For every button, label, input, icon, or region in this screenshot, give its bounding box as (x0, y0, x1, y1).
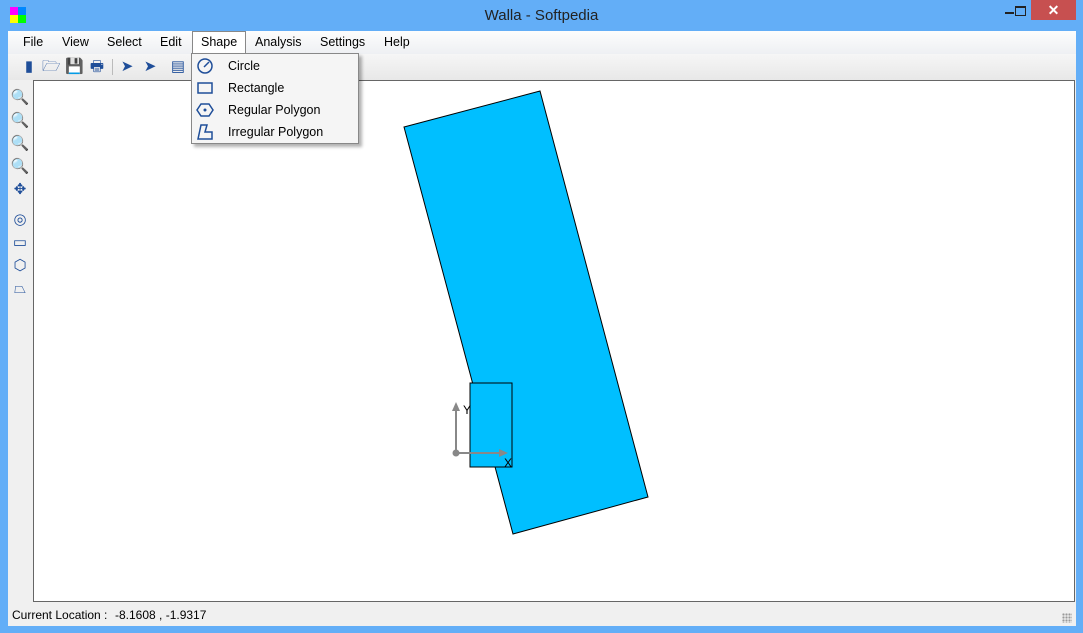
toolbar: ▮ 🗁 💾 🖶 ➤ ➤ ▤ (8, 54, 1076, 80)
calculator-icon[interactable]: ▤ (169, 58, 187, 76)
save-icon[interactable]: 💾 (65, 58, 84, 76)
rectangle-icon (197, 82, 213, 94)
menu-edit[interactable]: Edit (152, 31, 190, 53)
menu-item-rectangle[interactable]: Rectangle (194, 77, 356, 99)
menu-item-irregular-polygon[interactable]: Irregular Polygon (194, 121, 356, 143)
y-axis-label: Y (463, 403, 471, 417)
canvas-svg: Y X (403, 90, 649, 535)
title-bar: Walla - Softpedia ✕ (0, 0, 1083, 31)
location-label: Current Location : (12, 608, 108, 622)
x-axis-label: X (504, 456, 512, 470)
menu-select[interactable]: Select (99, 31, 150, 53)
y-axis-arrow (452, 402, 460, 411)
zoom-window-icon[interactable]: 🔍 (10, 157, 30, 177)
menu-item-regular-polygon[interactable]: Regular Polygon (194, 99, 356, 121)
print-icon[interactable]: 🖶 (88, 58, 106, 76)
new-icon[interactable]: ▮ (20, 58, 38, 76)
small-rectangle-shape[interactable] (469, 382, 513, 468)
left-toolbar: 🔍 🔍 🔍 🔍 ✥ ◎ ▭ ⬡ ⏢ (8, 80, 32, 602)
rectangle-shape[interactable] (403, 90, 649, 535)
close-button[interactable]: ✕ (1031, 0, 1076, 20)
select-node-icon[interactable]: ➤ (141, 58, 159, 76)
location-value: -8.1608 , -1.9317 (115, 608, 207, 622)
zoom-out-icon[interactable]: 🔍 (10, 134, 30, 154)
pan-icon[interactable]: ✥ (10, 180, 30, 200)
shape-menu-dropdown: Circle Rectangle Regular Polygon Irregul… (191, 53, 359, 144)
toolbar-separator (112, 59, 113, 75)
irregular-polygon-icon[interactable]: ⏢ (10, 279, 30, 299)
origin-point (452, 449, 460, 457)
window-title: Walla - Softpedia (484, 7, 599, 24)
regular-polygon-icon[interactable]: ⬡ (10, 256, 30, 276)
menu-view[interactable]: View (54, 31, 97, 53)
select-icon[interactable]: ➤ (118, 58, 136, 76)
open-icon[interactable]: 🗁 (42, 58, 61, 76)
circle-icon[interactable]: ◎ (10, 210, 30, 230)
irregular-polygon-icon (197, 124, 213, 140)
menu-analysis[interactable]: Analysis (247, 31, 310, 53)
circle-icon (197, 58, 213, 74)
menu-shape[interactable]: Shape (192, 31, 246, 54)
rectangle-icon[interactable]: ▭ (10, 233, 30, 253)
regular-polygon-icon (196, 103, 214, 117)
menu-help[interactable]: Help (376, 31, 418, 53)
menu-item-circle[interactable]: Circle (194, 55, 356, 77)
resize-grip[interactable] (1062, 613, 1072, 623)
zoom-in-icon[interactable]: 🔍 (10, 111, 30, 131)
menu-bar: File View Select Edit Shape Analysis Set… (8, 31, 1076, 54)
app-client: File View Select Edit Shape Analysis Set… (8, 31, 1076, 626)
menu-settings[interactable]: Settings (312, 31, 373, 53)
status-bar: Current Location : -8.1608 , -1.9317 (8, 603, 1076, 626)
drawing-canvas[interactable]: Y X (33, 80, 1075, 602)
zoom-all-icon[interactable]: 🔍 (10, 88, 30, 108)
menu-file[interactable]: File (15, 31, 51, 53)
